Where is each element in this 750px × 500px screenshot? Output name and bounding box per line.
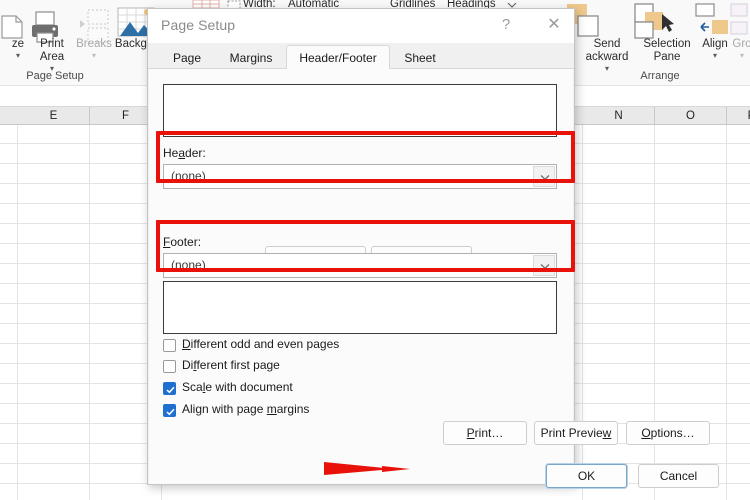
print-preview-button[interactable]: Print Preview [534,421,618,445]
dialog-title-bar: Page Setup ? ✕ [148,9,574,43]
chevron-down-icon[interactable] [533,255,555,276]
column-header-O[interactable]: O [655,107,727,125]
header-preview-box [163,84,557,137]
header-label-pre: He [163,146,179,160]
ribbon-button-label-2: Pane [653,51,681,63]
checkbox-label-different-first-page: Different first page [182,358,280,372]
footer-label: Footer: [163,235,201,249]
check-icon [166,386,175,394]
column-header-E[interactable]: E [18,107,90,125]
checkbox-label-align-with-page-margins-accelerator: m [266,402,277,416]
ribbon-button-selection-pane[interactable]: Selection Pane [635,38,699,64]
checkbox-scale-with-document[interactable] [163,382,176,395]
checkbox-label-different-odd-even-pages-text-post: ifferent odd and even pages [190,337,340,351]
column-header-N[interactable]: N [583,107,655,125]
print-button[interactable]: Print… [443,421,527,445]
grid-line [89,125,90,500]
ok-button-text-pre: OK [577,469,596,483]
checkbox-label-different-first-page-text-post: ferent first page [196,358,280,372]
header-combobox[interactable]: (none) [163,164,557,189]
chevron-down-icon: ▾ [91,51,96,60]
footer-combobox-value: (none) [171,258,206,272]
grid-line [17,125,18,500]
footer-combobox[interactable]: (none) [163,253,557,278]
chevron-down-icon[interactable] [533,166,555,187]
checkbox-label-different-odd-even-pages: Different odd and even pages [182,337,339,351]
close-icon[interactable]: ✕ [536,9,572,41]
checkbox-different-odd-even-pages[interactable] [163,339,176,352]
checkbox-different-first-page[interactable] [163,360,176,373]
ok-button[interactable]: OK [546,464,627,488]
ribbon-button-group: Gro ▾ [727,38,750,60]
footer-label-post: ooter: [170,235,202,249]
checkbox-label-scale-with-document: Scale with document [182,380,293,394]
header-label: Header: [163,146,206,160]
dialog-title: Page Setup [161,17,236,33]
ribbon-button-label: Gro [732,38,750,50]
tab-page[interactable]: Page [158,45,216,70]
checkbox-label-align-with-page-margins: Align with page margins [182,402,309,416]
print-preview-button-text-pre: Print Previe [540,426,603,440]
help-icon[interactable]: ? [488,9,524,41]
ribbon-group-title: Page Setup [26,70,84,82]
cancel-button-text-pre: Cancel [659,469,698,483]
checkbox-label-different-odd-even-pages-accelerator: D [182,337,191,351]
tab-margins[interactable]: Margins [216,45,286,70]
column-header-P[interactable]: P [727,107,750,125]
checkbox-label-different-first-page-text-pre: Di [182,358,194,372]
chevron-down-icon: ▾ [739,51,744,60]
ribbon-button-label: Send [593,38,621,50]
grid-line [726,125,727,500]
dialog-tab-strip: Page Margins Header/Footer Sheet [148,43,574,70]
options-button-text-post: ptions… [650,426,695,440]
checkbox-label-align-with-page-margins-text-post: argins [276,402,310,416]
options-button-accelerator: O [641,426,651,440]
checkbox-label-scale-with-document-text-post: e with document [205,380,293,394]
ribbon-button-label: Selection [643,38,691,50]
print-preview-button-accelerator: w [602,426,612,440]
screenshot-root: Width: Automatic Gridlines Headings ze ▾… [0,0,750,500]
print-button-text-post: rint… [474,426,504,440]
ribbon-button-send-backward[interactable]: Send ackward ▾ [578,38,636,73]
checkbox-label-align-with-page-margins-text-pre: Align with page [182,402,267,416]
print-button-accelerator: P [466,426,475,440]
tab-sheet[interactable]: Sheet [390,45,450,70]
page-setup-dialog: Page Setup ? ✕ Page Margins Header/Footer S… [147,8,719,488]
tab-header-footer[interactable]: Header/Footer [286,45,390,70]
check-icon [166,408,175,416]
ribbon-button-label-2: ackward [585,51,629,63]
options-button[interactable]: Options… [626,421,710,445]
checkbox-label-scale-with-document-text-pre: Sca [182,380,203,394]
ribbon-group-title: Arrange [640,70,680,82]
checkbox-align-with-page-margins[interactable] [163,404,176,417]
footer-preview-box [163,281,557,334]
cancel-button[interactable]: Cancel [638,464,719,488]
header-combobox-value: (none) [171,169,206,183]
header-label-post: der: [185,146,206,160]
ok-button-arrow [324,462,410,475]
